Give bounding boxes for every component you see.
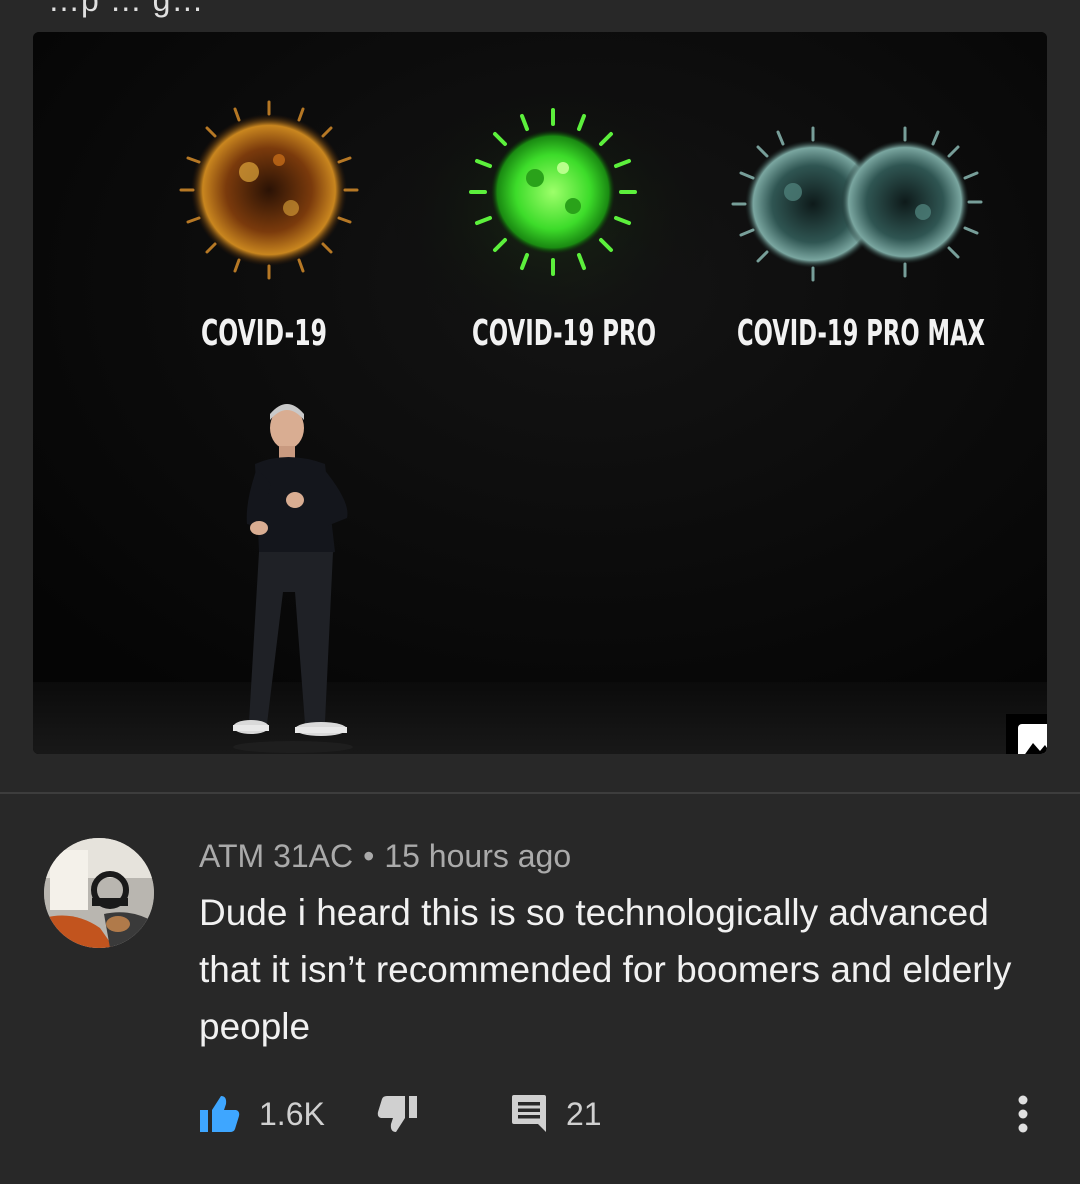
avatar[interactable]	[44, 838, 154, 948]
post-image[interactable]: COVID-19 COVID-19 PRO COVID-19 PRO MAX	[33, 32, 1047, 754]
image-icon	[1018, 724, 1047, 754]
comment-text: Dude i heard this is so technologically …	[199, 892, 1012, 1047]
label-covid19-pro: COVID-19 PRO	[472, 313, 656, 354]
divider	[0, 792, 1080, 794]
comment-icon	[512, 1095, 546, 1132]
avatar-image	[44, 838, 154, 948]
label-covid19: COVID-19	[201, 313, 327, 354]
comment-author[interactable]: ATM 31AC	[199, 838, 353, 874]
like-button[interactable]: 1.6K	[199, 1086, 325, 1142]
cut-off-post-title: …p … g…	[48, 0, 205, 18]
comment-timestamp: 15 hours ago	[384, 838, 572, 874]
reply-count: 21	[566, 1095, 602, 1132]
more-vert-icon	[1018, 1095, 1028, 1133]
keynote-stage-image: COVID-19 COVID-19 PRO COVID-19 PRO MAX	[33, 32, 1047, 754]
reply-button[interactable]: 21	[510, 1086, 602, 1142]
thumbs-down-icon	[377, 1096, 417, 1132]
dislike-button[interactable]	[376, 1086, 418, 1142]
thumbs-up-icon	[200, 1096, 240, 1132]
like-count: 1.6K	[259, 1095, 325, 1132]
virus-covid19-pro-graphic	[469, 108, 637, 276]
image-badge	[1006, 714, 1047, 754]
more-options-button[interactable]	[1017, 1086, 1029, 1142]
top-strip: …p … g…	[0, 0, 1080, 32]
meta-separator: •	[363, 838, 375, 874]
label-covid19-pro-max: COVID-19 PRO MAX	[737, 313, 985, 354]
virus-covid19-graphic	[179, 100, 359, 280]
comment-actions: 1.6K 21	[199, 1086, 1059, 1142]
comment-meta: ATM 31AC • 15 hours ago	[199, 838, 571, 875]
